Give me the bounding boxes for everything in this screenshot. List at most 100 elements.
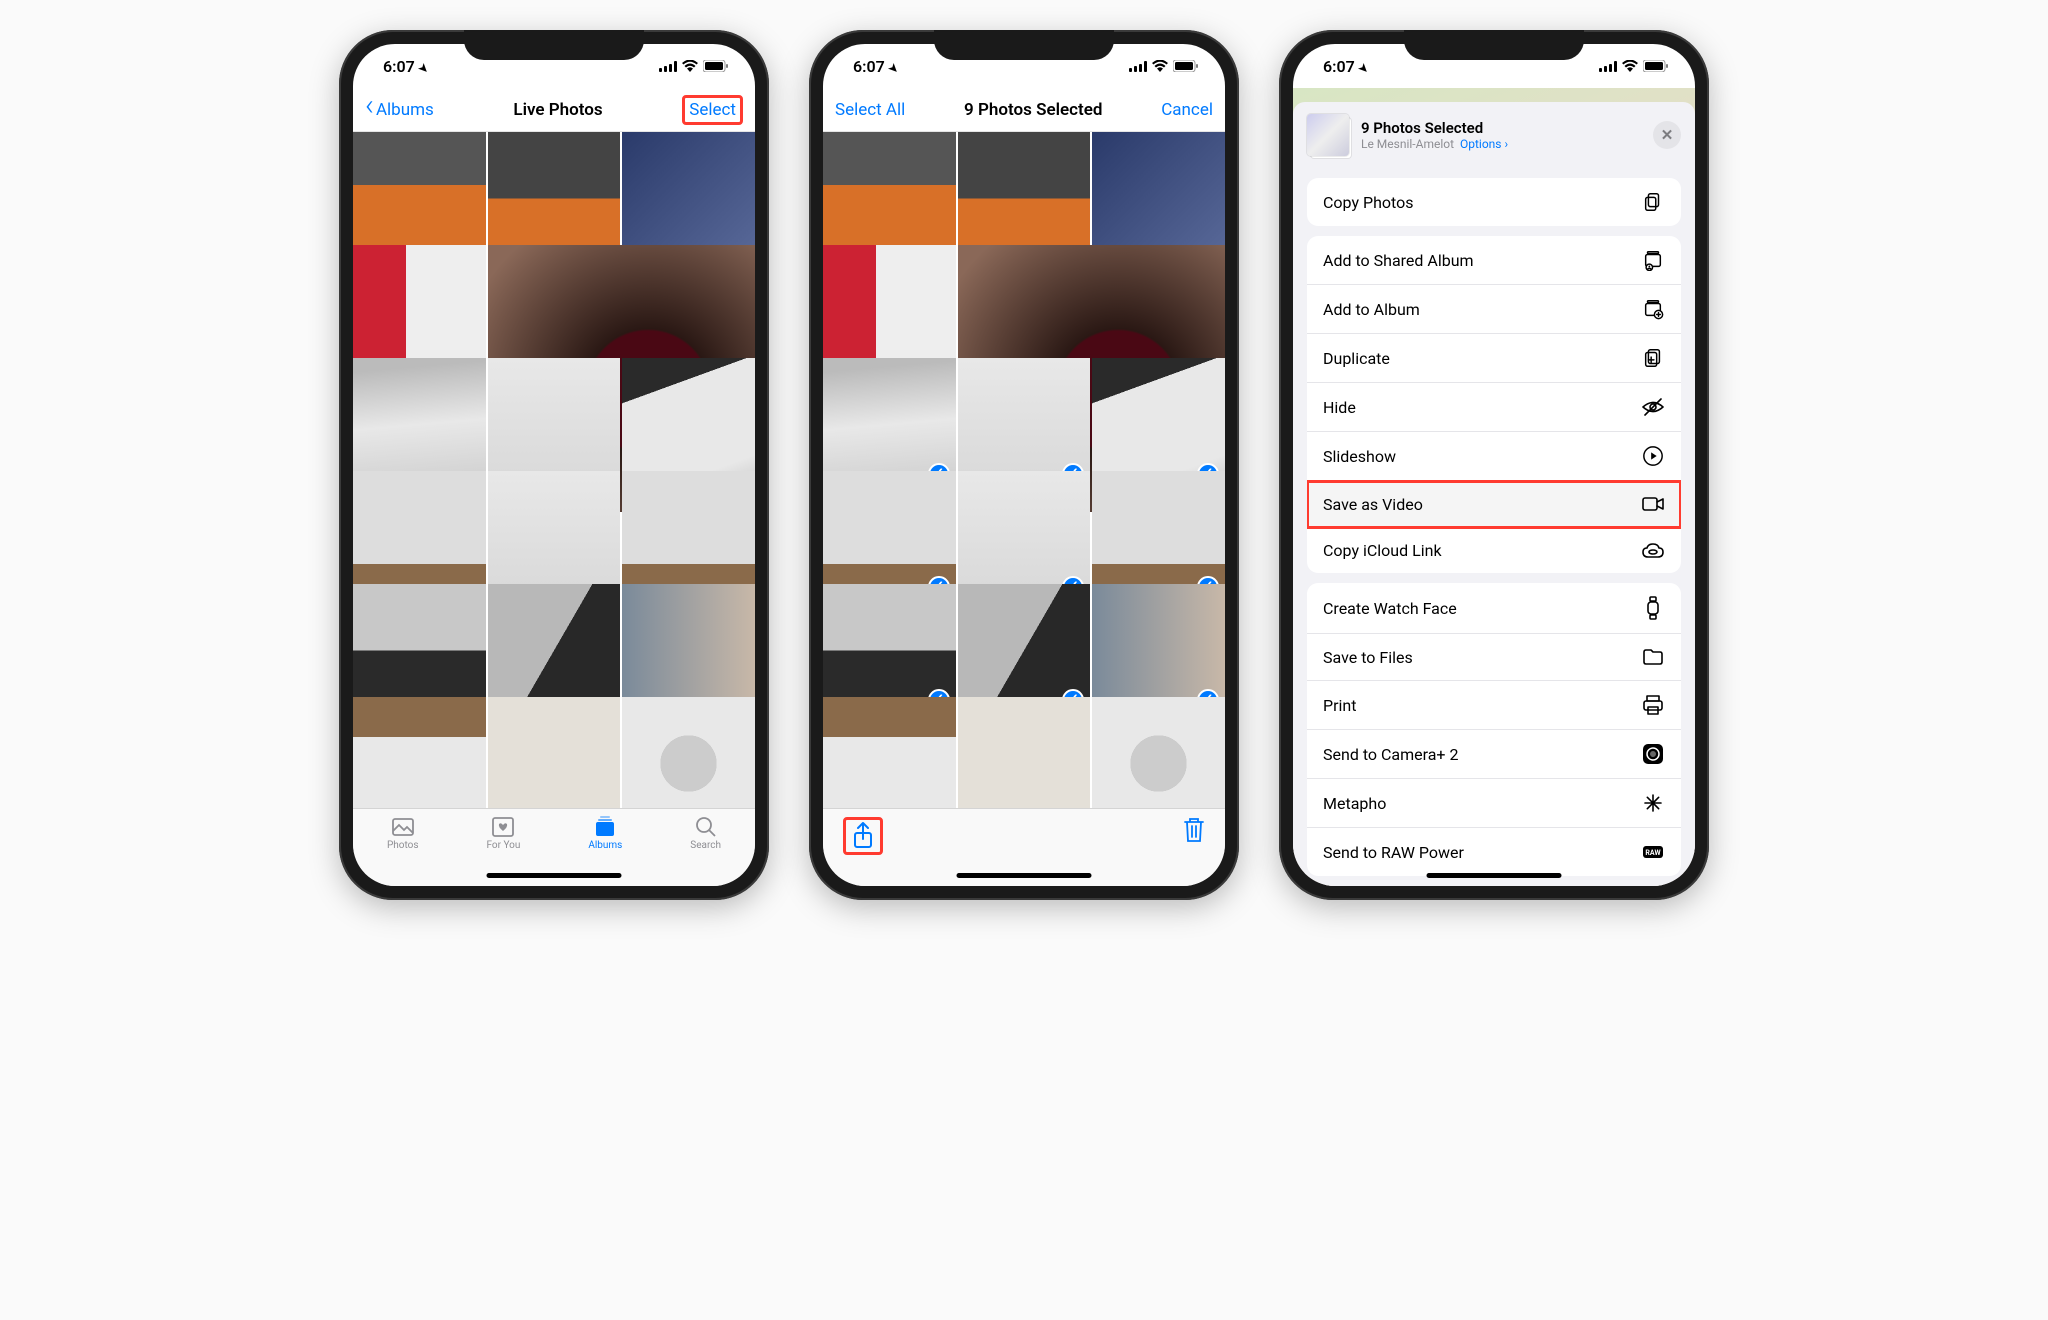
location-icon: [889, 57, 898, 76]
cancel-button[interactable]: Cancel: [1161, 100, 1213, 120]
heart-square-icon: [490, 815, 516, 839]
action-slideshow[interactable]: Slideshow: [1307, 432, 1681, 481]
select-button[interactable]: Select: [682, 95, 743, 125]
phone-3: 6:07 9 Photos Selected Le Mesnil-Amelot …: [1279, 30, 1709, 900]
cloud-link-icon: [1641, 542, 1665, 560]
select-label: Select: [689, 100, 736, 120]
battery-icon: [703, 60, 729, 72]
tab-photos[interactable]: Photos: [387, 815, 419, 886]
sheet-title: 9 Photos Selected: [1361, 119, 1641, 137]
action-send-to-camera-2[interactable]: Send to Camera+ 2: [1307, 730, 1681, 779]
phone-1: 6:07 Albums Live Photos Select P: [339, 30, 769, 900]
cellular-icon: [1129, 61, 1147, 72]
sheet-thumbnail: [1307, 114, 1349, 156]
watch-icon: [1641, 596, 1665, 620]
nav-bar: Select All 9 Photos Selected Cancel: [823, 88, 1225, 132]
eye-slash-icon: [1641, 396, 1665, 418]
notch: [1404, 30, 1584, 60]
photo-thumb[interactable]: [823, 697, 956, 808]
photo-thumb[interactable]: [1092, 697, 1225, 808]
add-album-icon: [1641, 298, 1665, 320]
photo-grid[interactable]: [353, 132, 755, 808]
tab-label: Albums: [588, 840, 622, 851]
close-icon: ✕: [1661, 126, 1674, 144]
nav-bar: Albums Live Photos Select: [353, 88, 755, 132]
battery-icon: [1173, 60, 1199, 72]
action-metapho[interactable]: Metapho: [1307, 779, 1681, 828]
photo-thumb[interactable]: [353, 697, 486, 808]
options-button[interactable]: Options ›: [1460, 137, 1508, 151]
raw-icon: RAW: [1641, 841, 1665, 863]
printer-icon: [1641, 694, 1665, 716]
trash-button[interactable]: [1183, 817, 1205, 843]
phone-2: 6:07 Select All 9 Photos Selected Cancel: [809, 30, 1239, 900]
share-sheet: 9 Photos Selected Le Mesnil-Amelot Optio…: [1293, 102, 1695, 886]
action-label: Copy Photos: [1323, 193, 1413, 212]
nav-title: 9 Photos Selected: [964, 100, 1102, 120]
back-button[interactable]: Albums: [365, 100, 434, 120]
action-label: Save to Files: [1323, 648, 1413, 667]
photo-thumb[interactable]: [622, 697, 755, 808]
stack-icon: [592, 815, 618, 839]
cellular-icon: [1599, 61, 1617, 72]
action-add-to-album[interactable]: Add to Album: [1307, 285, 1681, 334]
action-label: Hide: [1323, 398, 1356, 417]
action-group: Copy Photos: [1307, 178, 1681, 226]
video-icon: [1641, 494, 1665, 514]
svg-text:RAW: RAW: [1645, 849, 1661, 857]
action-hide[interactable]: Hide: [1307, 383, 1681, 432]
status-time: 6:07: [383, 57, 415, 76]
action-label: Print: [1323, 696, 1356, 715]
action-create-watch-face[interactable]: Create Watch Face: [1307, 583, 1681, 634]
action-group: Add to Shared Album Add to Album Duplicate…: [1307, 236, 1681, 573]
folder-icon: [1641, 647, 1665, 667]
action-label: Create Watch Face: [1323, 599, 1457, 618]
trash-icon: [1183, 817, 1205, 843]
close-button[interactable]: ✕: [1653, 121, 1681, 149]
photo-grid[interactable]: [823, 132, 1225, 808]
home-indicator[interactable]: [1427, 873, 1562, 878]
cancel-label: Cancel: [1161, 100, 1213, 120]
action-group: Create Watch Face Save to Files Print Send …: [1307, 583, 1681, 876]
shared-album-icon: [1641, 249, 1665, 271]
action-save-to-files[interactable]: Save to Files: [1307, 634, 1681, 681]
photo-thumb[interactable]: [488, 697, 621, 808]
select-all-label: Select All: [835, 100, 905, 120]
sheet-subtitle: Le Mesnil-Amelot Options ›: [1361, 137, 1641, 151]
sparkle-icon: [1641, 792, 1665, 814]
action-label: Add to Shared Album: [1323, 251, 1474, 270]
back-label: Albums: [376, 100, 434, 120]
photo-icon: [390, 815, 416, 839]
select-all-button[interactable]: Select All: [835, 100, 905, 120]
action-add-to-shared-album[interactable]: Add to Shared Album: [1307, 236, 1681, 285]
action-label: Metapho: [1323, 794, 1386, 813]
action-label: Duplicate: [1323, 349, 1390, 368]
action-label: Send to Camera+ 2: [1323, 745, 1458, 764]
play-circle-icon: [1641, 445, 1665, 467]
action-print[interactable]: Print: [1307, 681, 1681, 730]
home-indicator[interactable]: [957, 873, 1092, 878]
sheet-header: 9 Photos Selected Le Mesnil-Amelot Optio…: [1293, 102, 1695, 168]
action-send-to-raw-power[interactable]: Send to RAW PowerRAW: [1307, 828, 1681, 876]
action-duplicate[interactable]: Duplicate: [1307, 334, 1681, 383]
share-icon: [852, 822, 874, 850]
wifi-icon: [682, 60, 698, 72]
action-label: Slideshow: [1323, 447, 1396, 466]
share-button[interactable]: [843, 817, 883, 855]
status-time: 6:07: [1323, 57, 1355, 76]
wifi-icon: [1622, 60, 1638, 72]
action-save-as-video[interactable]: Save as Video: [1307, 481, 1681, 528]
search-icon: [693, 815, 719, 839]
photo-thumb[interactable]: [958, 697, 1091, 808]
home-indicator[interactable]: [487, 873, 622, 878]
tab-label: For You: [486, 840, 520, 851]
status-time: 6:07: [853, 57, 885, 76]
notch: [934, 30, 1114, 60]
location-icon: [419, 57, 428, 76]
notch: [464, 30, 644, 60]
action-copy-photos[interactable]: Copy Photos: [1307, 178, 1681, 226]
battery-icon: [1643, 60, 1669, 72]
action-copy-icloud-link[interactable]: Copy iCloud Link: [1307, 528, 1681, 573]
tab-search[interactable]: Search: [690, 815, 721, 886]
action-label: Add to Album: [1323, 300, 1420, 319]
